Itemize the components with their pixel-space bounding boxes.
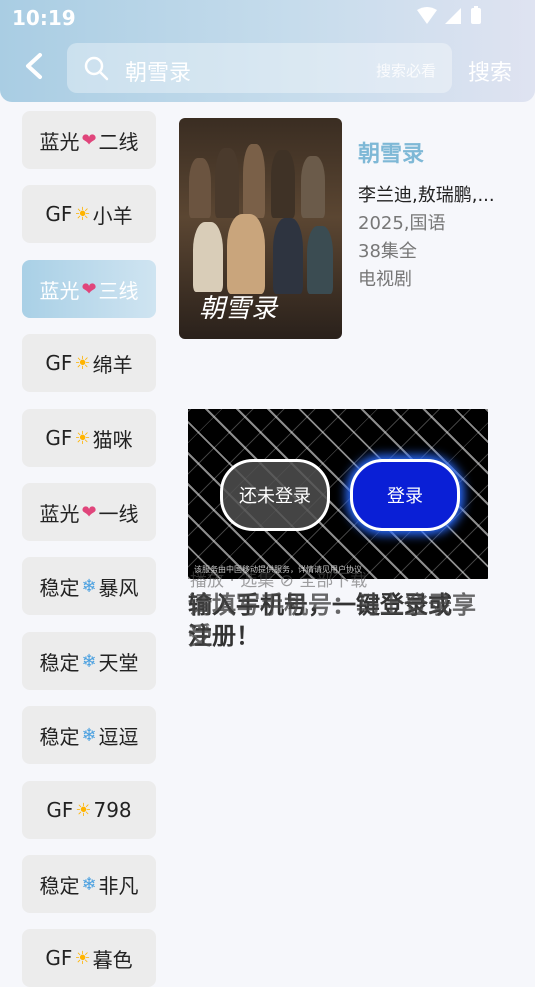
search-button[interactable]: 搜索 [468,55,512,87]
sidebar-item-prefix: 稳定 [39,724,80,749]
search-input[interactable]: 朝雪录 搜索必看 [67,43,452,93]
result-type: 电视剧 [358,269,412,290]
sidebar-item-prefix: 蓝光 [39,278,80,303]
poster-image[interactable]: 朝雪录 [179,118,342,339]
result-year-lang: 2025,国语 [358,213,446,234]
heart-icon: ❤ [81,501,97,523]
status-icons [415,6,495,31]
sidebar-item-prefix: GF [45,202,73,226]
sidebar-item-label: 非凡 [98,873,139,898]
sidebar-item-label: 暴风 [98,575,139,600]
back-arrow-icon[interactable] [22,52,50,80]
search-query: 朝雪录 [125,61,192,86]
sidebar-item-prefix: 稳定 [39,873,80,898]
snow-icon: ❄ [81,724,97,746]
episode-actions-row: 播放 · 选集 ⊘ 全部下载 [190,571,368,591]
snow-icon: ❄ [81,650,97,672]
sidebar-item[interactable]: GF ☀ 猫咪 [22,409,156,467]
signal-battery-icon [417,6,481,24]
sidebar-item-prefix: 稳定 [39,575,80,600]
top-bar: 10:19 朝雪录 搜索必看 搜索 [0,0,535,102]
sidebar-item[interactable]: 蓝光 ❤ 二线 [22,111,156,169]
login-overlay: 还未登录 登录 该服务由中国移动提供服务，详情请见用户协议 [188,409,488,579]
sidebar-item-label: 一线 [98,501,139,526]
sidebar-item[interactable]: GF ☀ 暮色 [22,929,156,987]
sidebar-item-label: 逗逗 [98,724,139,749]
sidebar-item[interactable]: GF ☀ 小羊 [22,185,156,243]
poster-caption: 朝雪录 [199,294,278,324]
result-cast: 李兰迪,敖瑞鹏,... [358,185,495,206]
status-time: 10:19 [12,6,76,30]
login-message: 输入手机号，一键登录或 注册！ 请填写手机号：马上登录享受 [188,590,488,652]
login-message-overlap: 请填写手机号：马上登录享受 [188,591,476,650]
sun-icon: ☀ [74,427,91,449]
sidebar-item-label: 猫咪 [92,427,133,452]
sidebar-item-prefix: 稳定 [39,650,80,675]
sidebar-item-label: 绵羊 [92,352,133,377]
result-episodes: 38集全 [358,241,417,262]
heart-icon: ❤ [81,278,97,300]
result-title[interactable]: 朝雪录 [358,136,424,168]
sidebar-item-prefix: 蓝光 [39,129,80,154]
search-hint: 搜索必看 [375,62,436,80]
search-icon [84,56,109,81]
sidebar-item-label: 二线 [98,129,139,154]
sidebar-item-label: 天堂 [98,650,139,675]
snow-icon: ❄ [81,873,97,895]
sidebar-item[interactable]: GF ☀ 绵羊 [22,334,156,392]
login-button[interactable]: 登录 [350,459,460,531]
snow-icon: ❄ [81,575,97,597]
sun-icon: ☀ [74,352,91,374]
heart-icon: ❤ [81,129,97,151]
sidebar-item-label: 798 [93,798,132,822]
sidebar-item[interactable]: GF ☀ 798 [22,781,156,839]
sidebar-item-prefix: GF [45,946,73,970]
sidebar-item[interactable]: 稳定 ❄ 逗逗 [22,706,156,764]
not-logged-in-button[interactable]: 还未登录 [220,459,330,531]
sidebar-item[interactable]: 稳定 ❄ 非凡 [22,855,156,913]
sun-icon: ☀ [75,799,92,821]
sidebar-item-label: 三线 [98,278,139,303]
sidebar-item-label: 小羊 [92,203,133,228]
sidebar-item-prefix: GF [45,426,73,450]
sidebar-item[interactable]: 稳定 ❄ 暴风 [22,557,156,615]
sidebar-item[interactable]: 稳定 ❄ 天堂 [22,632,156,690]
sidebar-item[interactable]: 蓝光 ❤ 三线 [22,260,156,318]
sidebar-item-label: 暮色 [92,947,133,972]
sidebar-item[interactable]: 蓝光 ❤ 一线 [22,483,156,541]
sun-icon: ☀ [74,203,91,225]
sidebar-item-prefix: 蓝光 [39,501,80,526]
sidebar-item-prefix: GF [46,798,74,822]
sidebar-item-prefix: GF [45,351,73,375]
